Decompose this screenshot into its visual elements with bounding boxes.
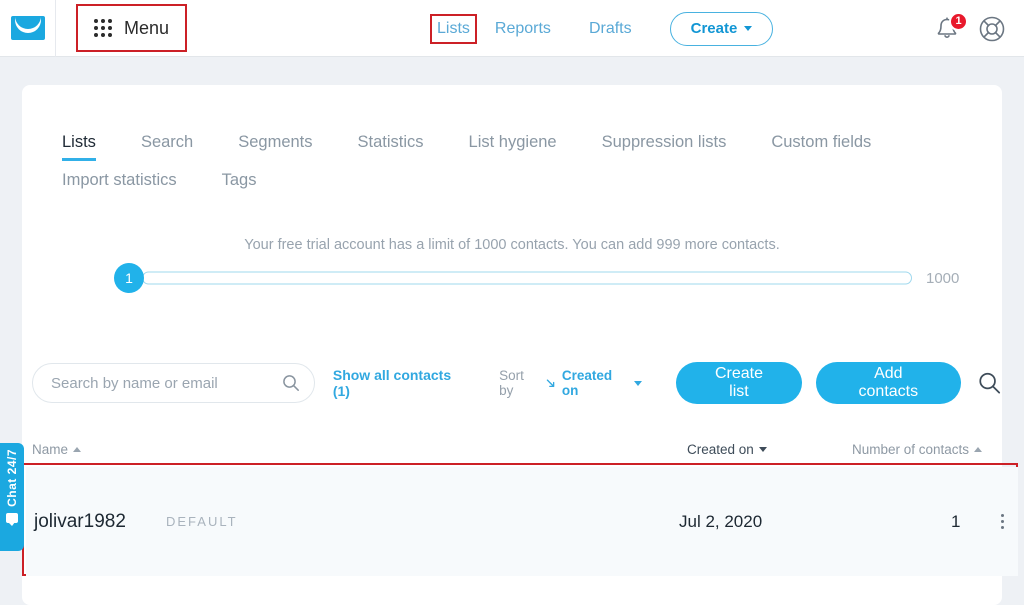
column-header-number-of-contacts-label: Number of contacts: [852, 442, 970, 457]
contacts-usage-slider[interactable]: 1 1000: [114, 261, 974, 295]
tab-row-primary: Lists Search Segments Statistics List hy…: [62, 133, 962, 161]
tab-search[interactable]: Search: [141, 133, 193, 161]
tab-row-secondary: Import statistics Tags: [62, 171, 962, 190]
row-annotation-box: jolivar1982 DEFAULT Jul 2, 2020 1: [22, 463, 1018, 576]
list-toolbar: Show all contacts (1) Sort by Created on…: [32, 362, 1002, 404]
envelope-logo-icon: [10, 16, 45, 40]
slider-max-label: 1000: [926, 269, 960, 287]
search-input[interactable]: [51, 374, 282, 392]
table-row[interactable]: jolivar1982 DEFAULT Jul 2, 2020 1: [26, 467, 1018, 576]
tab-lists[interactable]: Lists: [62, 133, 96, 161]
top-bar: Menu Lists Reports Drafts Create 1: [0, 0, 1024, 57]
grid-dots-icon: [94, 19, 112, 37]
chat-widget-tab[interactable]: Chat 24/7: [0, 443, 24, 551]
chat-widget-label: Chat 24/7: [5, 449, 19, 507]
sort-by-control: Sort by Created on: [499, 368, 643, 398]
sort-descending-icon: [547, 378, 555, 387]
tab-segments[interactable]: Segments: [238, 133, 312, 161]
column-header-name[interactable]: Name: [32, 442, 82, 457]
column-header-number-of-contacts[interactable]: Number of contacts: [852, 442, 983, 457]
menu-button-label: Menu: [124, 17, 170, 38]
tab-suppression-lists[interactable]: Suppression lists: [602, 133, 727, 161]
nav-link-reports[interactable]: Reports: [489, 15, 557, 43]
create-list-button[interactable]: Create list: [676, 362, 802, 404]
sort-by-value-label: Created on: [561, 368, 613, 398]
global-search-icon[interactable]: [977, 370, 1002, 396]
column-header-name-label: Name: [32, 442, 69, 457]
slider-knob[interactable]: 1: [114, 263, 144, 293]
chat-bubble-icon: [6, 512, 18, 526]
sort-by-value[interactable]: Created on: [546, 368, 643, 398]
tab-tags[interactable]: Tags: [222, 171, 257, 190]
sort-by-label: Sort by: [499, 368, 524, 398]
sort-ascending-icon: [974, 447, 983, 452]
list-name: jolivar1982: [34, 510, 126, 532]
add-contacts-button[interactable]: Add contacts: [815, 362, 961, 404]
tab-list-hygiene[interactable]: List hygiene: [469, 133, 557, 161]
nav-link-lists[interactable]: Lists: [430, 13, 477, 44]
chevron-down-icon: [634, 380, 643, 386]
primary-nav: Lists Reports Drafts Create: [430, 0, 774, 57]
trial-limit-notice: Your free trial account has a limit of 1…: [244, 237, 780, 253]
menu-button[interactable]: Menu: [76, 4, 188, 52]
row-actions-menu-icon[interactable]: [1001, 514, 1004, 529]
default-badge: DEFAULT: [166, 514, 238, 529]
search-box[interactable]: [32, 363, 315, 403]
list-contacts-count: 1: [951, 511, 961, 531]
column-header-created-on[interactable]: Created on: [687, 442, 767, 457]
notifications-button[interactable]: 1: [934, 11, 968, 43]
top-right-actions: 1: [934, 0, 1006, 57]
sort-ascending-icon: [73, 447, 82, 452]
main-card: Lists Search Segments Statistics List hy…: [22, 85, 1018, 605]
search-icon[interactable]: [282, 374, 300, 392]
create-button[interactable]: Create: [669, 11, 774, 46]
lifebuoy-help-icon[interactable]: [978, 15, 1006, 43]
section-tabs: Lists Search Segments Statistics List hy…: [62, 133, 962, 190]
app-logo[interactable]: [0, 0, 56, 57]
chevron-down-icon: [744, 26, 753, 31]
create-button-label: Create: [690, 20, 738, 37]
sort-descending-icon: [758, 447, 767, 452]
tab-import-statistics[interactable]: Import statistics: [62, 171, 177, 190]
tab-statistics[interactable]: Statistics: [358, 133, 424, 161]
slider-track: [142, 271, 912, 285]
nav-link-drafts[interactable]: Drafts: [583, 15, 638, 43]
show-all-contacts-link[interactable]: Show all contacts (1): [333, 367, 467, 399]
tab-custom-fields[interactable]: Custom fields: [771, 133, 871, 161]
column-header-created-on-label: Created on: [687, 442, 754, 457]
list-created-on: Jul 2, 2020: [679, 511, 763, 531]
notification-badge: 1: [949, 11, 968, 31]
